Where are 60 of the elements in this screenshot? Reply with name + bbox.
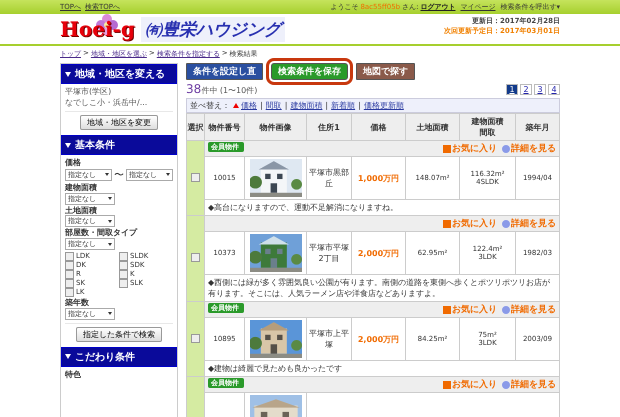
select-checkbox[interactable] [191,253,200,262]
field-label: 価格 [65,159,82,168]
field-label: 部屋数・間取タイプ [65,229,138,238]
select-checkbox[interactable] [191,334,200,342]
checkbox[interactable] [65,252,74,262]
checkbox[interactable] [119,252,128,262]
panel-title: こだわり条件 [61,346,177,367]
panel-title: 基本条件 [61,135,177,155]
page-link[interactable]: 1 [506,84,518,94]
column-header: 物件画像 [244,114,306,140]
range-separator: 〜 [114,168,124,182]
table-cell: 平塚市黒部丘 [306,156,352,200]
column-header: 物件番号 [204,114,244,140]
checkbox[interactable] [65,288,74,298]
column-header: 住所1 [306,114,352,140]
change-area-button[interactable]: 地域・地区を変更 [80,115,158,130]
column-header: 選択 [186,114,204,140]
checkbox[interactable] [65,279,74,288]
field-label: 特色 [65,370,82,380]
column-header: 築年月 [516,114,560,140]
sort-divider: | [284,101,288,110]
result-count: 38 [186,82,202,96]
table-cell: 平塚市平塚2丁目 [306,232,352,274]
panel-title: 地域・地区を変える [61,64,177,84]
area-text: 平塚市(学区) [65,86,112,97]
column-header: 建物面積間取 [460,114,516,140]
checkbox[interactable] [65,270,74,280]
sort-divider: | [358,101,361,110]
field-label: 建物面積 [65,184,98,193]
field-label: 土地面積 [65,206,98,216]
column-header: 土地面積 [406,114,460,140]
sort-link[interactable]: 建物面積 [290,100,322,111]
price-cell: 2,000万円 [352,318,406,360]
action-button[interactable]: 条件を設定し直 [186,63,263,80]
field-label: 築年数 [65,299,90,308]
sort-link[interactable]: 間取 [266,100,282,111]
table-cell: 平塚市上平塚 [306,318,352,360]
sort-link[interactable]: 価格 [233,100,257,111]
checkbox[interactable] [65,261,74,270]
company-name: ㈲豊栄ハウジング [140,16,285,42]
sort-link[interactable]: 新着順 [331,100,356,111]
checkbox[interactable] [119,270,128,280]
page-link[interactable]: 4 [548,84,560,94]
search-button[interactable]: 指定した条件で検索 [76,326,162,342]
action-button[interactable]: 地図で探す [356,63,415,80]
result-range: 件中 (1〜10件) [201,86,258,95]
page-link[interactable]: 2 [520,84,532,94]
price-cell: 2,000万円 [352,232,406,274]
column-header: 価格 [352,114,406,140]
sort-divider: | [260,101,263,110]
sort-divider: | [325,101,328,110]
logo-text[interactable]: Hoei-g [60,17,135,41]
area-text: なでしこ小・浜岳中/... [65,97,148,108]
checkbox[interactable] [119,261,128,270]
sort-link[interactable]: 価格更新順 [364,100,404,111]
select-checkbox[interactable] [191,172,200,182]
checkbox[interactable] [119,279,128,288]
sort-label: 並べ替え： [190,100,230,111]
price-cell: 1,000万円 [352,156,406,200]
page-link[interactable]: 3 [534,84,546,94]
